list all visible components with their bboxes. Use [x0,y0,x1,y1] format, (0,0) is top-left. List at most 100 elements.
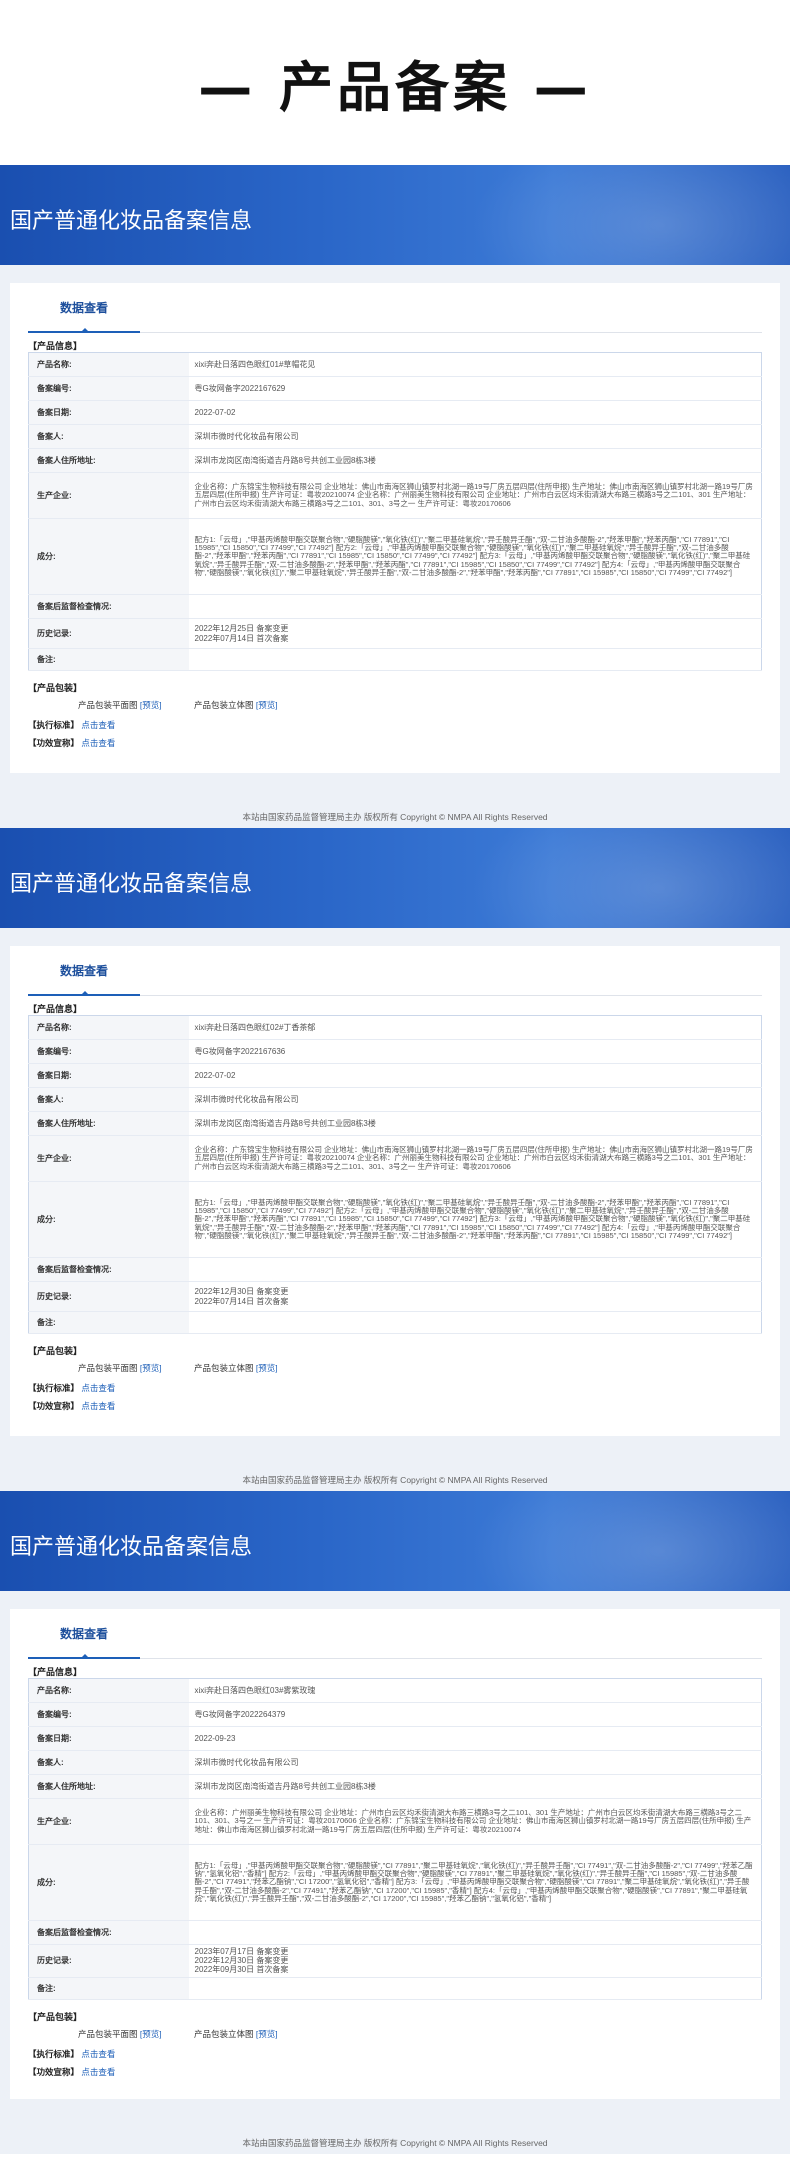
efficacy-link[interactable]: 点击查看 [81,1401,115,1411]
product-info-heading: 【产品信息】 [28,1004,83,1014]
record-body: 数据查看 【产品信息】 产品名称: xixi奔赴日落四色眼红01#草帽花见 备案… [0,265,790,828]
person-value: 深圳市微时代化妆品有限公司 [188,1087,762,1112]
field-label: 生产企业: [28,1798,189,1845]
ingredients-value: 配方1:「云母」,"甲基丙烯酸甲酯交联聚合物","硬脂酸镁","CI 77891… [188,1844,762,1921]
field-label: 备案日期: [28,400,189,425]
remark-value [188,648,762,671]
row-name: 产品名称: xixi奔赴日落四色眼红01#草帽花见 [28,352,762,377]
field-label: 成分: [28,1181,189,1258]
tab-indicator [80,328,90,333]
row-person: 备案人: 深圳市微时代化妆品有限公司 [28,1087,762,1112]
tab-bar: 数据查看 [28,946,762,996]
package-solid-label: 产品包装立体图 [194,700,254,710]
efficacy-row: 【功效宣称】 点击查看 [28,737,762,748]
field-label: 备注: [28,648,189,671]
banner-title: 国产普通化妆品备案信息 [10,872,253,897]
history-value: 2022年12月25日 备案变更 2022年07月14日 首次备案 [188,618,762,649]
field-label: 产品名称: [28,1678,189,1703]
field-label: 备案人住所地址: [28,1111,189,1136]
history-entry: 2022年09月30日 首次备案 [194,1965,289,1975]
person-address-value: 深圳市龙岗区南湾街道吉丹路8号共创工业园8栋3楼 [188,1774,762,1799]
standard-label: 【执行标准】 [28,1383,80,1393]
row-history: 历史记录: 2022年12月25日 备案变更 2022年07月14日 首次备案 [28,618,762,649]
package-flat: 产品包装平面图 [预览] [78,2029,162,2039]
field-label: 备案编号: [28,1039,189,1064]
record-card: 数据查看 【产品信息】 产品名称: xixi奔赴日落四色眼红02#丁香茶郁 备案… [10,946,780,1436]
efficacy-link[interactable]: 点击查看 [81,738,115,748]
row-name: 产品名称: xixi奔赴日落四色眼红03#雾紫玫瑰 [28,1678,762,1703]
row-date: 备案日期: 2022-07-02 [28,1063,762,1088]
product-package-heading: 【产品包装】 [28,2011,83,2022]
package-flat-label: 产品包装平面图 [78,700,138,710]
history-entry: 2023年07月17日 备案变更 [194,1947,289,1956]
tab-indicator [80,1654,90,1659]
person-address-value: 深圳市龙岗区南湾街道吉丹路8号共创工业园8栋3楼 [188,448,762,473]
producer-value: 企业名称：广州丽美生物科技有限公司 企业地址：广州市白云区均禾街清湖大布路三横路… [188,1798,762,1845]
package-solid-preview-link[interactable]: [预览] [256,700,278,710]
standard-link[interactable]: 点击查看 [81,720,115,730]
tab-data-view[interactable]: 数据查看 [28,1609,140,1659]
reg-no-value: 粤G妆网备字2022264379 [188,1702,762,1727]
field-label: 生产企业: [28,472,189,519]
record-card: 数据查看 【产品信息】 产品名称: xixi奔赴日落四色眼红01#草帽花见 备案… [10,283,780,773]
efficacy-label: 【功效宣称】 [28,738,80,748]
reg-no-value: 粤G妆网备字2022167636 [188,1039,762,1064]
field-label: 备注: [28,1977,189,2000]
date-value: 2022-07-02 [188,400,762,425]
row-person-address: 备案人住所地址: 深圳市龙岗区南湾街道吉丹路8号共创工业园8栋3楼 [28,1774,762,1799]
row-person: 备案人: 深圳市微时代化妆品有限公司 [28,424,762,449]
field-label: 生产企业: [28,1135,189,1182]
row-ingredients: 成分: 配方1:「云母」,"甲基丙烯酸甲酯交联聚合物","硬脂酸镁","氧化铁(… [28,1181,762,1258]
row-person-address: 备案人住所地址: 深圳市龙岗区南湾街道吉丹路8号共创工业园8栋3楼 [28,448,762,473]
efficacy-row: 【功效宣称】 点击查看 [28,1400,762,1411]
field-label: 备案日期: [28,1063,189,1088]
standard-label: 【执行标准】 [28,2048,80,2059]
package-solid-preview-link[interactable]: [预览] [256,2029,278,2039]
package-solid: 产品包装立体图 [预览] [194,1363,278,1373]
ingredients-value: 配方1:「云母」,"甲基丙烯酸甲酯交联聚合物","硬脂酸镁","氧化铁(红)",… [188,1181,762,1258]
efficacy-link[interactable]: 点击查看 [81,2067,115,2077]
post-check-value [188,1920,762,1945]
row-post-check: 备案后监督检查情况: [28,1920,762,1945]
field-label: 历史记录: [28,618,189,649]
field-label: 备案编号: [28,1702,189,1727]
row-person: 备案人: 深圳市微时代化妆品有限公司 [28,1750,762,1775]
row-history: 历史记录: 2023年07月17日 备案变更 2022年12月30日 备案变更 20… [28,1944,762,1978]
record-body: 数据查看 【产品信息】 产品名称: xixi奔赴日落四色眼红02#丁香茶郁 备案… [0,928,790,1491]
post-check-value [188,1257,762,1282]
standard-label: 【执行标准】 [28,720,80,730]
history-value: 2023年07月17日 备案变更 2022年12月30日 备案变更 2022年09月… [188,1944,762,1978]
package-solid-preview-link[interactable]: [预览] [256,1363,278,1373]
history-entry: 2022年12月30日 备案变更 [194,1956,289,1966]
reg-no-value: 粤G妆网备字2022167629 [188,376,762,401]
tab-data-view[interactable]: 数据查看 [28,946,140,996]
package-flat-preview-link[interactable]: [预览] [140,1363,162,1373]
remark-value [188,1311,762,1334]
row-producer: 生产企业: 企业名称：广州丽美生物科技有限公司 企业地址：广州市白云区均禾街清湖… [28,1798,762,1845]
row-post-check: 备案后监督检查情况: [28,594,762,619]
row-reg-no: 备案编号: 粤G妆网备字2022264379 [28,1702,762,1727]
record-card: 数据查看 【产品信息】 产品名称: xixi奔赴日落四色眼红03#雾紫玫瑰 备案… [10,1609,780,2099]
row-producer: 生产企业: 企业名称：广东锦宝生物科技有限公司 企业地址：佛山市南海区狮山镇罗村… [28,1135,762,1182]
row-ingredients: 成分: 配方1:「云母」,"甲基丙烯酸甲酯交联聚合物","硬脂酸镁","CI 7… [28,1844,762,1921]
row-post-check: 备案后监督检查情况: [28,1257,762,1282]
package-solid: 产品包装立体图 [预览] [194,700,278,710]
row-date: 备案日期: 2022-09-23 [28,1726,762,1751]
package-flat-preview-link[interactable]: [预览] [140,700,162,710]
package-flat-preview-link[interactable]: [预览] [140,2029,162,2039]
product-package-heading: 【产品包装】 [28,1346,83,1356]
field-label: 备案人住所地址: [28,448,189,473]
producer-value: 企业名称：广东锦宝生物科技有限公司 企业地址：佛山市南海区狮山镇罗村北湖一路19… [188,472,762,519]
banner: 国产普通化妆品备案信息 [0,1491,790,1591]
row-remark: 备注: [28,1311,762,1334]
package-row: 产品包装平面图 [预览] 产品包装立体图 [预览] [28,2028,762,2040]
standard-link[interactable]: 点击查看 [81,1383,115,1393]
standard-link[interactable]: 点击查看 [81,2049,115,2059]
package-solid: 产品包装立体图 [预览] [194,2029,278,2039]
package-solid-label: 产品包装立体图 [194,2028,254,2039]
footer: 本站由国家药品监督管理局主办 版权所有 Copyright © NMPA All… [0,2132,790,2154]
efficacy-row: 【功效宣称】 点击查看 [28,2066,762,2077]
row-history: 历史记录: 2022年12月30日 备案变更 2022年07月14日 首次备案 [28,1281,762,1312]
footer: 本站由国家药品监督管理局主办 版权所有 Copyright © NMPA All… [0,1469,790,1491]
tab-data-view[interactable]: 数据查看 [28,283,140,333]
